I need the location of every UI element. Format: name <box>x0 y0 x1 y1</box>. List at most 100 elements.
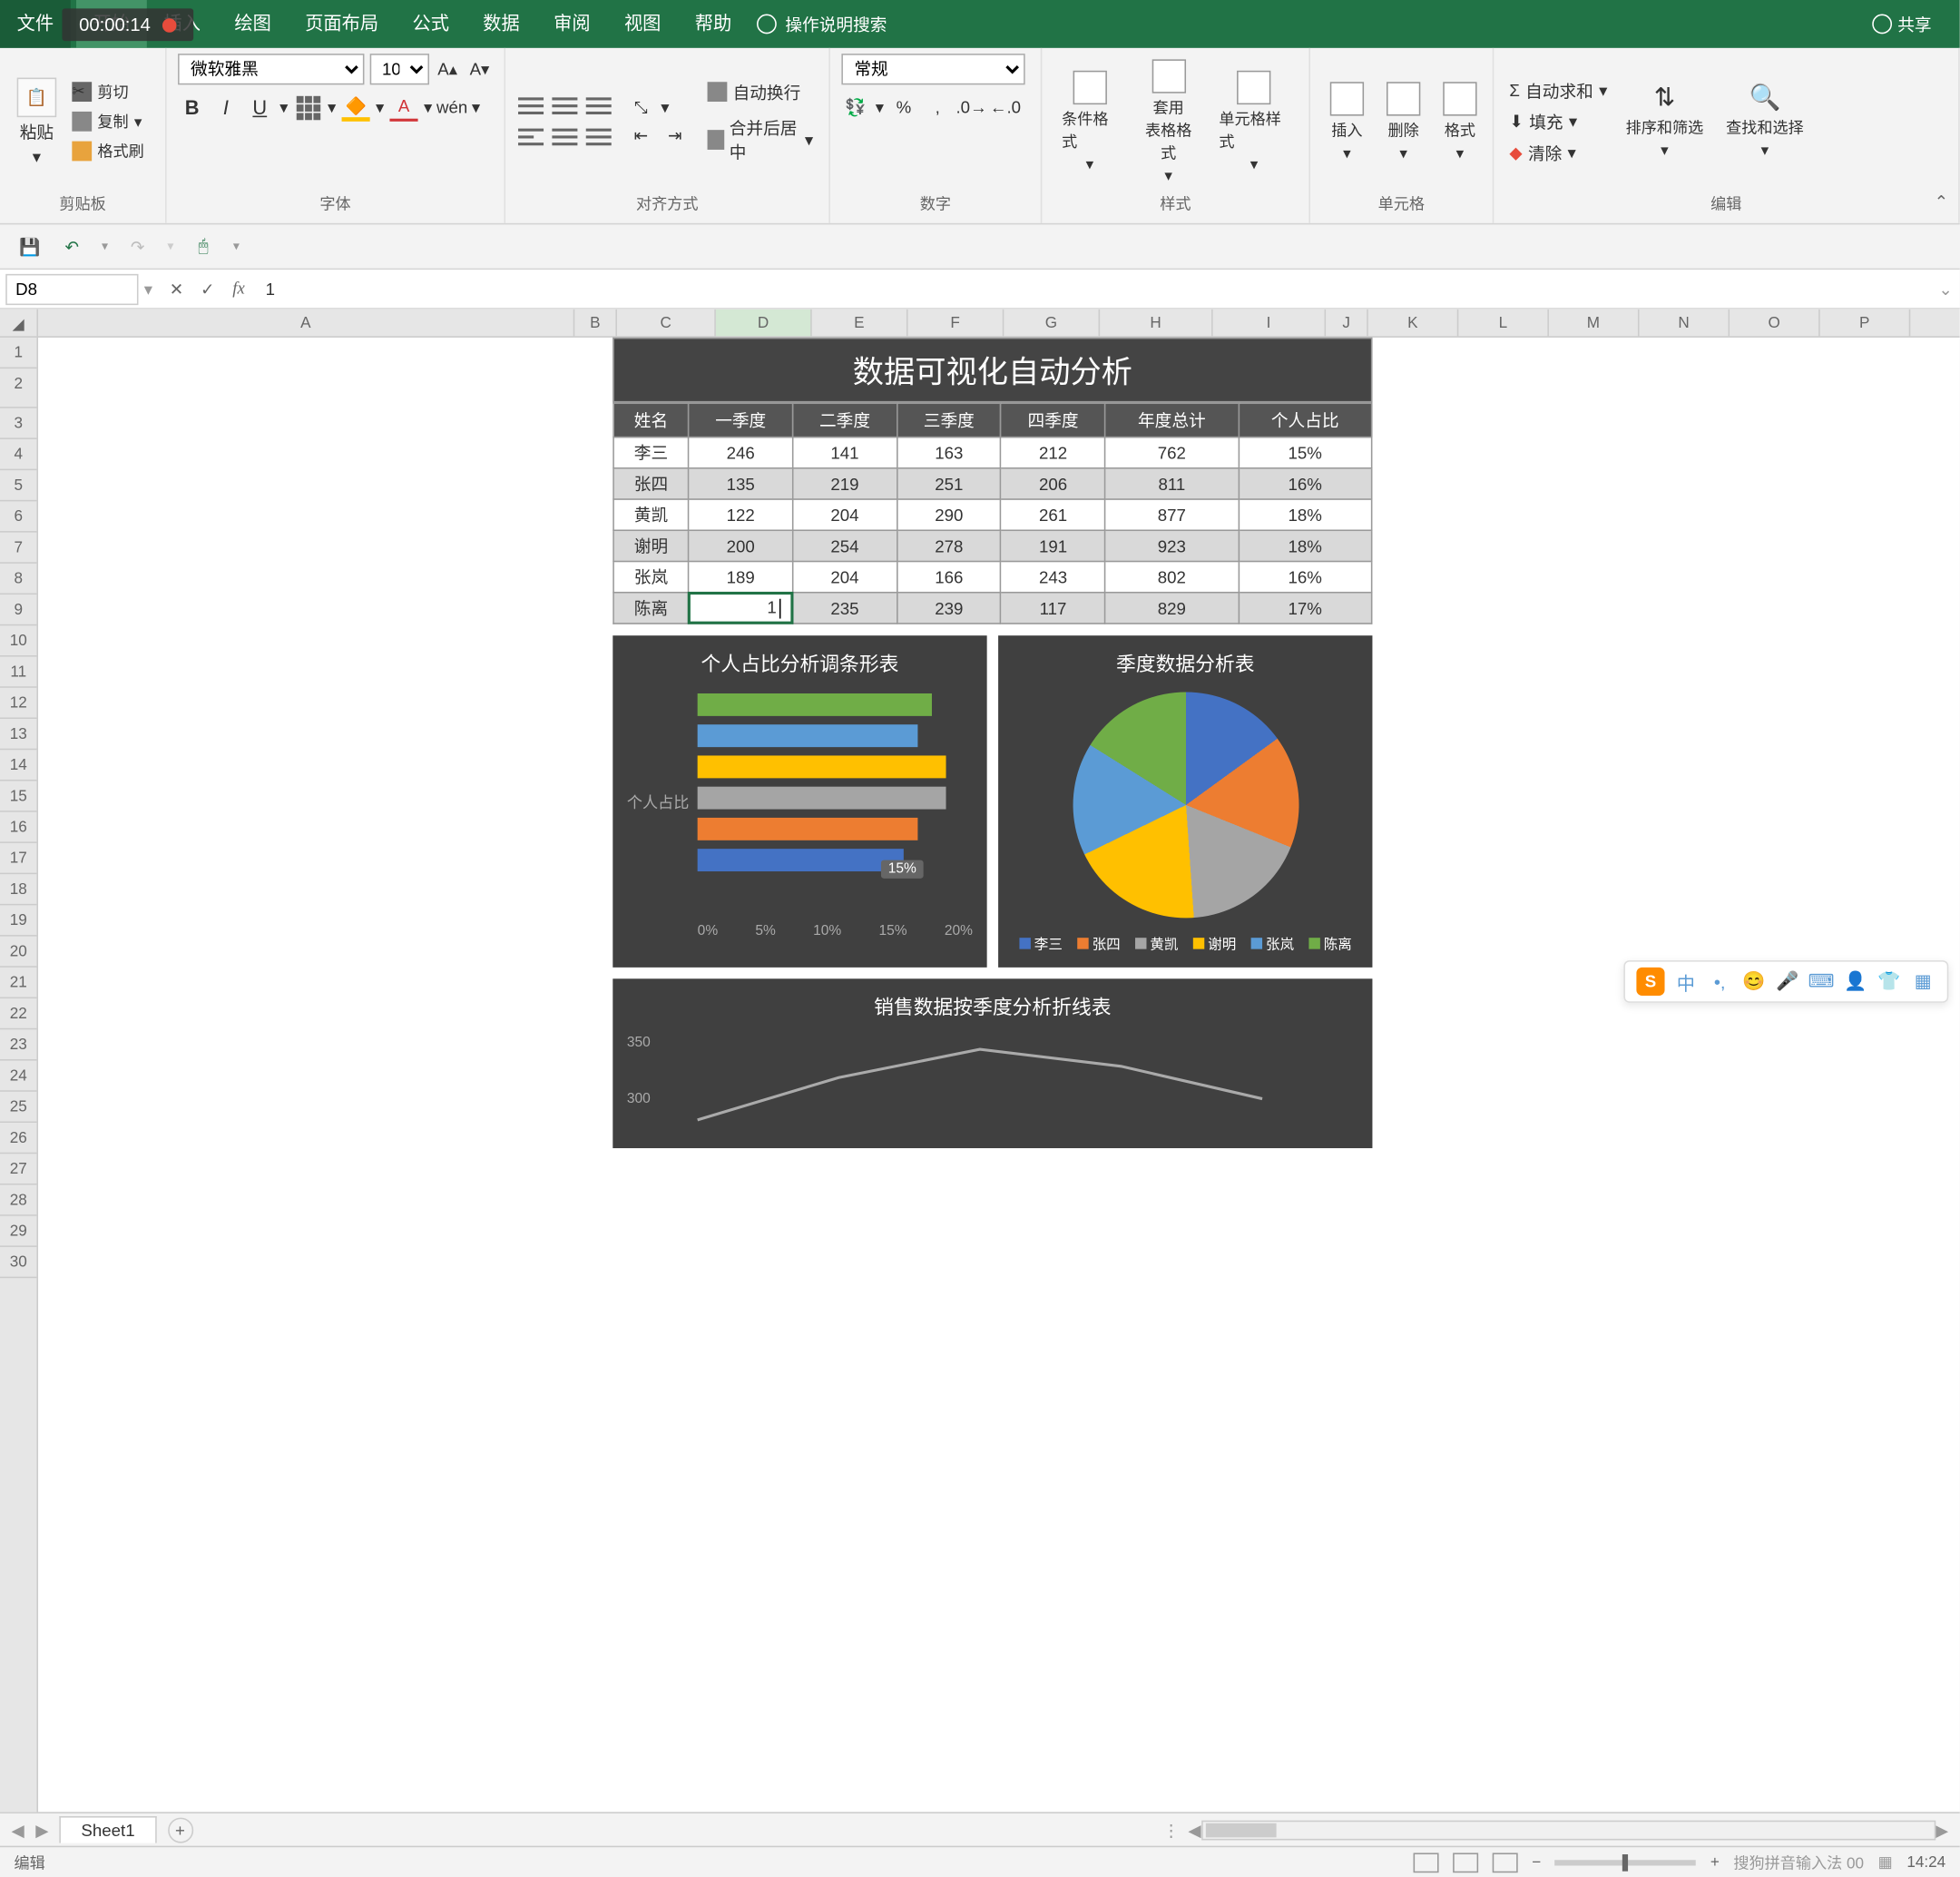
table-cell[interactable]: 204 <box>793 499 897 530</box>
column-header-O[interactable]: O <box>1730 310 1820 337</box>
row-header-29[interactable]: 29 <box>0 1216 36 1247</box>
align-right-button[interactable] <box>584 123 612 151</box>
chevron-down-icon[interactable]: ▾ <box>376 97 384 117</box>
row-header-23[interactable]: 23 <box>0 1029 36 1060</box>
row-header-9[interactable]: 9 <box>0 595 36 625</box>
table-cell[interactable]: 290 <box>897 499 1001 530</box>
row-header-19[interactable]: 19 <box>0 905 36 936</box>
table-cell[interactable]: 802 <box>1105 562 1239 593</box>
row-header-7[interactable]: 7 <box>0 533 36 564</box>
italic-button[interactable]: I <box>211 93 240 122</box>
table-cell[interactable]: 219 <box>793 468 897 499</box>
row-header-21[interactable]: 21 <box>0 968 36 998</box>
table-cell[interactable]: 张四 <box>613 468 689 499</box>
grow-font-button[interactable]: A▴ <box>435 55 461 84</box>
table-cell[interactable]: 16% <box>1239 562 1372 593</box>
table-cell[interactable]: 189 <box>689 562 793 593</box>
tab-draw[interactable]: 绘图 <box>218 0 289 48</box>
fill-color-button[interactable]: 🔶 <box>342 93 370 122</box>
row-header-30[interactable]: 30 <box>0 1247 36 1278</box>
ime-emoji-button[interactable]: 😊 <box>1741 968 1767 994</box>
table-cell[interactable]: 15% <box>1239 437 1372 468</box>
align-top-button[interactable] <box>516 92 544 120</box>
table-cell[interactable]: 黄凯 <box>613 499 689 530</box>
page-layout-view-button[interactable] <box>1453 1852 1478 1872</box>
table-cell[interactable]: 204 <box>793 562 897 593</box>
row-header-14[interactable]: 14 <box>0 750 36 781</box>
align-bottom-button[interactable] <box>584 92 612 120</box>
table-format-button[interactable]: 套用 表格格式▾ <box>1132 59 1204 184</box>
align-middle-button[interactable] <box>551 92 579 120</box>
ime-voice-button[interactable]: 🎤 <box>1775 968 1800 994</box>
font-size-select[interactable]: 10 <box>369 54 428 84</box>
table-cell[interactable]: 18% <box>1239 530 1372 561</box>
chevron-down-icon[interactable]: ▾ <box>233 239 240 254</box>
bold-button[interactable]: B <box>178 93 206 122</box>
format-painter-button[interactable]: 格式刷 <box>68 138 149 163</box>
table-cell[interactable]: 18% <box>1239 499 1372 530</box>
zoom-in-button[interactable]: + <box>1710 1853 1720 1871</box>
add-sheet-button[interactable]: + <box>167 1817 192 1843</box>
paste-button[interactable]: 📋 粘贴 ▾ <box>11 77 62 166</box>
chevron-down-icon[interactable]: ▾ <box>472 97 480 117</box>
find-select-button[interactable]: 🔍查找和选择▾ <box>1718 84 1812 160</box>
table-cell[interactable]: 17% <box>1239 593 1372 624</box>
row-header-8[interactable]: 8 <box>0 564 36 595</box>
chevron-down-icon[interactable]: ▾ <box>144 279 152 299</box>
insert-function-button[interactable]: fx <box>223 273 254 304</box>
ime-user-button[interactable]: 👤 <box>1843 968 1868 994</box>
table-cell[interactable]: 206 <box>1001 468 1105 499</box>
table-cell[interactable]: 829 <box>1105 593 1239 624</box>
normal-view-button[interactable] <box>1413 1852 1438 1872</box>
increase-decimal-button[interactable]: .0→ <box>957 93 985 122</box>
underline-button[interactable]: U <box>246 93 274 122</box>
sort-filter-button[interactable]: ⇅排序和筛选▾ <box>1617 84 1711 160</box>
row-header-10[interactable]: 10 <box>0 625 36 656</box>
chevron-down-icon[interactable]: ▾ <box>279 97 288 117</box>
zoom-slider[interactable] <box>1555 1859 1697 1864</box>
table-cell[interactable]: 811 <box>1105 468 1239 499</box>
redo-button[interactable]: ↷ <box>125 234 151 260</box>
number-format-select[interactable]: 常规 <box>841 54 1024 84</box>
ime-toolbox-button[interactable]: ▦ <box>1910 968 1936 994</box>
phonetic-button[interactable]: wén <box>438 93 466 122</box>
row-header-16[interactable]: 16 <box>0 812 36 843</box>
sheet-tab-sheet1[interactable]: Sheet1 <box>60 1816 156 1843</box>
pie-chart-panel[interactable]: 季度数据分析表 李三张四黄凯谢明张岚陈离 <box>998 635 1372 968</box>
confirm-formula-button[interactable]: ✓ <box>192 273 223 304</box>
row-header-18[interactable]: 18 <box>0 874 36 905</box>
zoom-out-button[interactable]: − <box>1532 1853 1541 1871</box>
table-cell[interactable]: 陈离 <box>613 593 689 624</box>
formula-input[interactable]: 1 <box>254 279 1931 299</box>
column-header-J[interactable]: J <box>1326 310 1368 337</box>
tell-me-search[interactable]: 操作说明搜索 <box>757 12 887 35</box>
table-cell[interactable]: 278 <box>897 530 1001 561</box>
cancel-formula-button[interactable]: ✕ <box>161 273 191 304</box>
tab-view[interactable]: 视图 <box>607 0 678 48</box>
shrink-font-button[interactable]: A▾ <box>466 55 493 84</box>
insert-cells-button[interactable]: 插入▾ <box>1321 81 1372 162</box>
collapse-ribbon-button[interactable]: ⌃ <box>1935 192 1949 212</box>
decrease-indent-button[interactable]: ⇤ <box>627 122 655 150</box>
ime-keyboard-button[interactable]: ⌨ <box>1808 968 1834 994</box>
table-cell[interactable]: 246 <box>689 437 793 468</box>
table-cell[interactable]: 李三 <box>613 437 689 468</box>
table-cell[interactable]: 877 <box>1105 499 1239 530</box>
tab-layout[interactable]: 页面布局 <box>289 0 396 48</box>
cut-button[interactable]: ✂剪切 <box>68 79 149 104</box>
tab-help[interactable]: 帮助 <box>678 0 749 48</box>
row-header-25[interactable]: 25 <box>0 1092 36 1123</box>
row-header-6[interactable]: 6 <box>0 501 36 532</box>
ime-punct-button[interactable]: •, <box>1707 968 1732 994</box>
column-header-B[interactable]: B <box>574 310 617 337</box>
horizontal-scrollbar[interactable]: ⋮ ◀ ▶ <box>204 1820 1948 1840</box>
undo-button[interactable]: ↶ <box>59 234 84 260</box>
table-cell[interactable]: 谢明 <box>613 530 689 561</box>
table-cell[interactable]: 张岚 <box>613 562 689 593</box>
expand-formula-bar-button[interactable]: ⌄ <box>1932 279 1960 299</box>
row-header-17[interactable]: 17 <box>0 843 36 874</box>
ime-lang-button[interactable]: 中 <box>1673 968 1699 994</box>
orientation-button[interactable]: ⤡ <box>627 93 655 122</box>
chevron-down-icon[interactable]: ▾ <box>167 239 173 254</box>
table-cell[interactable]: 141 <box>793 437 897 468</box>
